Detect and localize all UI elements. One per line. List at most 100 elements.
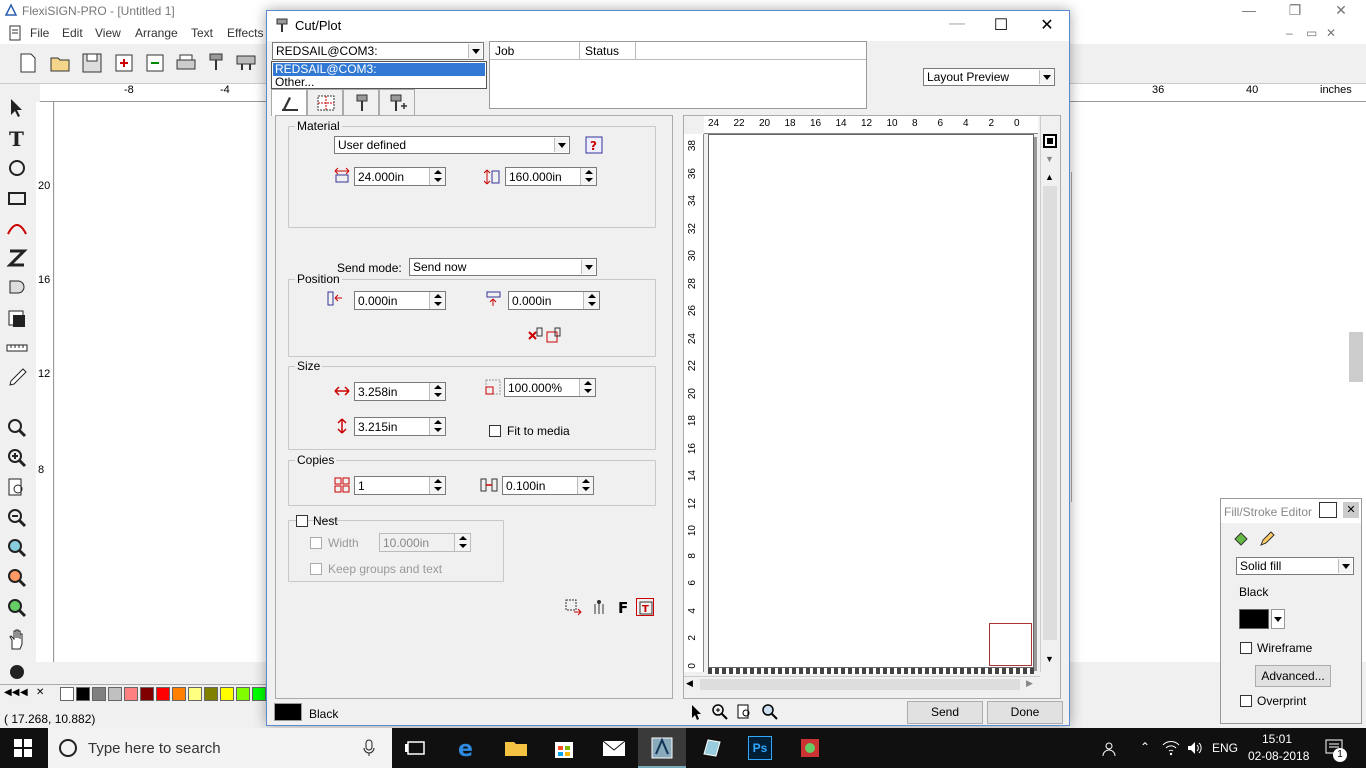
size-height-input[interactable]: 3.215in (354, 417, 446, 436)
menu-text[interactable]: Text (191, 26, 213, 40)
job-column-header[interactable]: Job (490, 42, 580, 60)
zoom-in-icon[interactable] (5, 446, 31, 472)
show-hidden-icons-icon[interactable]: ⌃ (1140, 740, 1150, 754)
send-mode-combo[interactable]: Send now (409, 258, 597, 276)
font-outline-icon[interactable]: F (614, 598, 632, 617)
bezier-tool-icon[interactable] (5, 216, 31, 242)
dropdown-item-other[interactable]: Other... (273, 76, 485, 89)
size-width-spinner[interactable] (429, 383, 445, 400)
preview-scroll-thumb[interactable] (1043, 186, 1057, 640)
print-icon[interactable] (174, 51, 200, 77)
wireframe-checkbox[interactable] (1240, 642, 1252, 654)
nest-width-spinner[interactable] (454, 534, 470, 551)
media-width-input[interactable]: 24.000in (354, 167, 446, 186)
canvas-scrollbar-thumb[interactable] (1349, 332, 1363, 382)
tab-general[interactable] (271, 89, 307, 116)
contour-tool-icon[interactable] (5, 276, 31, 302)
position-y-spinner[interactable] (583, 292, 599, 309)
preview-select-icon[interactable] (687, 703, 705, 721)
scroll-up-icon[interactable]: ▲ (1045, 172, 1054, 182)
palette-swatch[interactable] (156, 687, 170, 701)
device-combo[interactable]: REDSAIL@COM3: (272, 42, 484, 60)
mail-icon[interactable] (600, 734, 628, 762)
fill-bucket-tab-icon[interactable] (1231, 529, 1251, 549)
keep-groups-checkbox[interactable] (310, 563, 322, 575)
taskbar-search-box[interactable]: Type here to search (48, 728, 392, 768)
media-width-spinner[interactable] (429, 168, 445, 185)
dialog-maximize-button[interactable]: ☐ (981, 15, 1021, 37)
media-preview[interactable] (708, 134, 1034, 668)
wifi-icon[interactable] (1162, 740, 1180, 756)
palette-swatch[interactable] (124, 687, 138, 701)
position-y-input[interactable]: 0.000in (508, 291, 600, 310)
preview-horizontal-scrollbar[interactable]: ◀ ▶ (684, 676, 1040, 692)
copies-spinner[interactable] (429, 477, 445, 494)
no-color-icon[interactable]: ✕ (36, 687, 44, 698)
microphone-icon[interactable] (362, 739, 376, 757)
palette-swatch[interactable] (172, 687, 186, 701)
fill-color-dropdown[interactable] (1271, 609, 1285, 629)
palette-swatch[interactable] (236, 687, 250, 701)
new-file-icon[interactable] (16, 51, 42, 77)
preview-zoom-icon[interactable] (711, 703, 729, 721)
flexi-tools-icon[interactable] (796, 734, 824, 762)
save-icon[interactable] (80, 51, 106, 77)
clock-date[interactable]: 02-08-2018 (1248, 749, 1309, 763)
photoshop-icon[interactable]: Ps (748, 736, 772, 760)
overprint-checkbox[interactable] (1240, 695, 1252, 707)
help-icon[interactable]: ? (585, 136, 603, 154)
scroll-down-small-icon[interactable]: ▼ (1045, 154, 1054, 164)
preview-vertical-scrollbar[interactable]: ▼ ▲ ▼ (1040, 116, 1058, 672)
shape-edit-icon[interactable] (5, 156, 31, 182)
app-minimize-button[interactable]: — (1236, 2, 1262, 20)
send-button[interactable]: Send (907, 701, 983, 724)
registration-marks-icon[interactable] (590, 598, 608, 616)
fill-stroke-minimize-button[interactable] (1319, 502, 1337, 518)
task-view-icon[interactable] (402, 734, 430, 762)
nest-width-checkbox[interactable] (310, 537, 322, 549)
position-x-input[interactable]: 0.000in (354, 291, 446, 310)
job-outline[interactable] (989, 623, 1032, 666)
zoom-page-icon[interactable] (5, 476, 31, 502)
menu-edit[interactable]: Edit (62, 26, 83, 40)
edge-browser-icon[interactable]: e (454, 734, 482, 762)
fill-type-combo[interactable]: Solid fill (1236, 557, 1354, 575)
fill-stroke-close-button[interactable]: ✕ (1343, 502, 1359, 518)
zoom-out-icon[interactable] (5, 506, 31, 532)
tab-tool[interactable] (343, 89, 379, 115)
view-mode-combo[interactable]: Layout Preview (923, 68, 1055, 86)
copy-spacing-input[interactable]: 0.100in (502, 476, 594, 495)
palette-swatch[interactable] (140, 687, 154, 701)
position-x-spinner[interactable] (429, 292, 445, 309)
palette-swatch[interactable] (108, 687, 122, 701)
set-origin-icon[interactable] (544, 326, 562, 344)
menu-effects[interactable]: Effects (227, 26, 263, 40)
fill-bucket-icon[interactable] (5, 658, 31, 684)
palette-swatch[interactable] (188, 687, 202, 701)
import-icon[interactable] (112, 51, 138, 77)
fit-to-media-checkbox[interactable] (489, 425, 501, 437)
weed-border-icon[interactable] (564, 598, 582, 616)
open-file-icon[interactable] (48, 51, 74, 77)
chevron-down-icon[interactable] (581, 260, 595, 274)
palette-swatch[interactable] (76, 687, 90, 701)
eyedropper-icon[interactable] (5, 366, 31, 392)
palette-swatch[interactable] (92, 687, 106, 701)
palette-swatch[interactable] (60, 687, 74, 701)
pan-hand-icon[interactable] (5, 628, 31, 654)
palette-swatch[interactable] (252, 687, 266, 701)
store-icon[interactable] (550, 734, 578, 762)
fill-color-swatch[interactable] (1239, 609, 1269, 629)
zoom-previous-icon[interactable] (5, 566, 31, 592)
dialog-minimize-button[interactable]: — (937, 15, 977, 37)
advanced-button[interactable]: Advanced... (1255, 665, 1331, 687)
doc-close-button[interactable]: ✕ (1326, 26, 1336, 40)
distort-tool-icon[interactable] (5, 246, 31, 272)
scroll-right-icon[interactable]: ▶ (1026, 678, 1033, 689)
volume-icon[interactable] (1186, 740, 1204, 756)
text-frame-icon[interactable]: T (636, 598, 654, 616)
rectangle-tool-icon[interactable] (5, 186, 31, 212)
preview-hscroll-thumb[interactable] (700, 679, 1020, 690)
scale-input[interactable]: 100.000% (504, 378, 596, 397)
flexisign-taskbar-button[interactable] (638, 728, 686, 768)
